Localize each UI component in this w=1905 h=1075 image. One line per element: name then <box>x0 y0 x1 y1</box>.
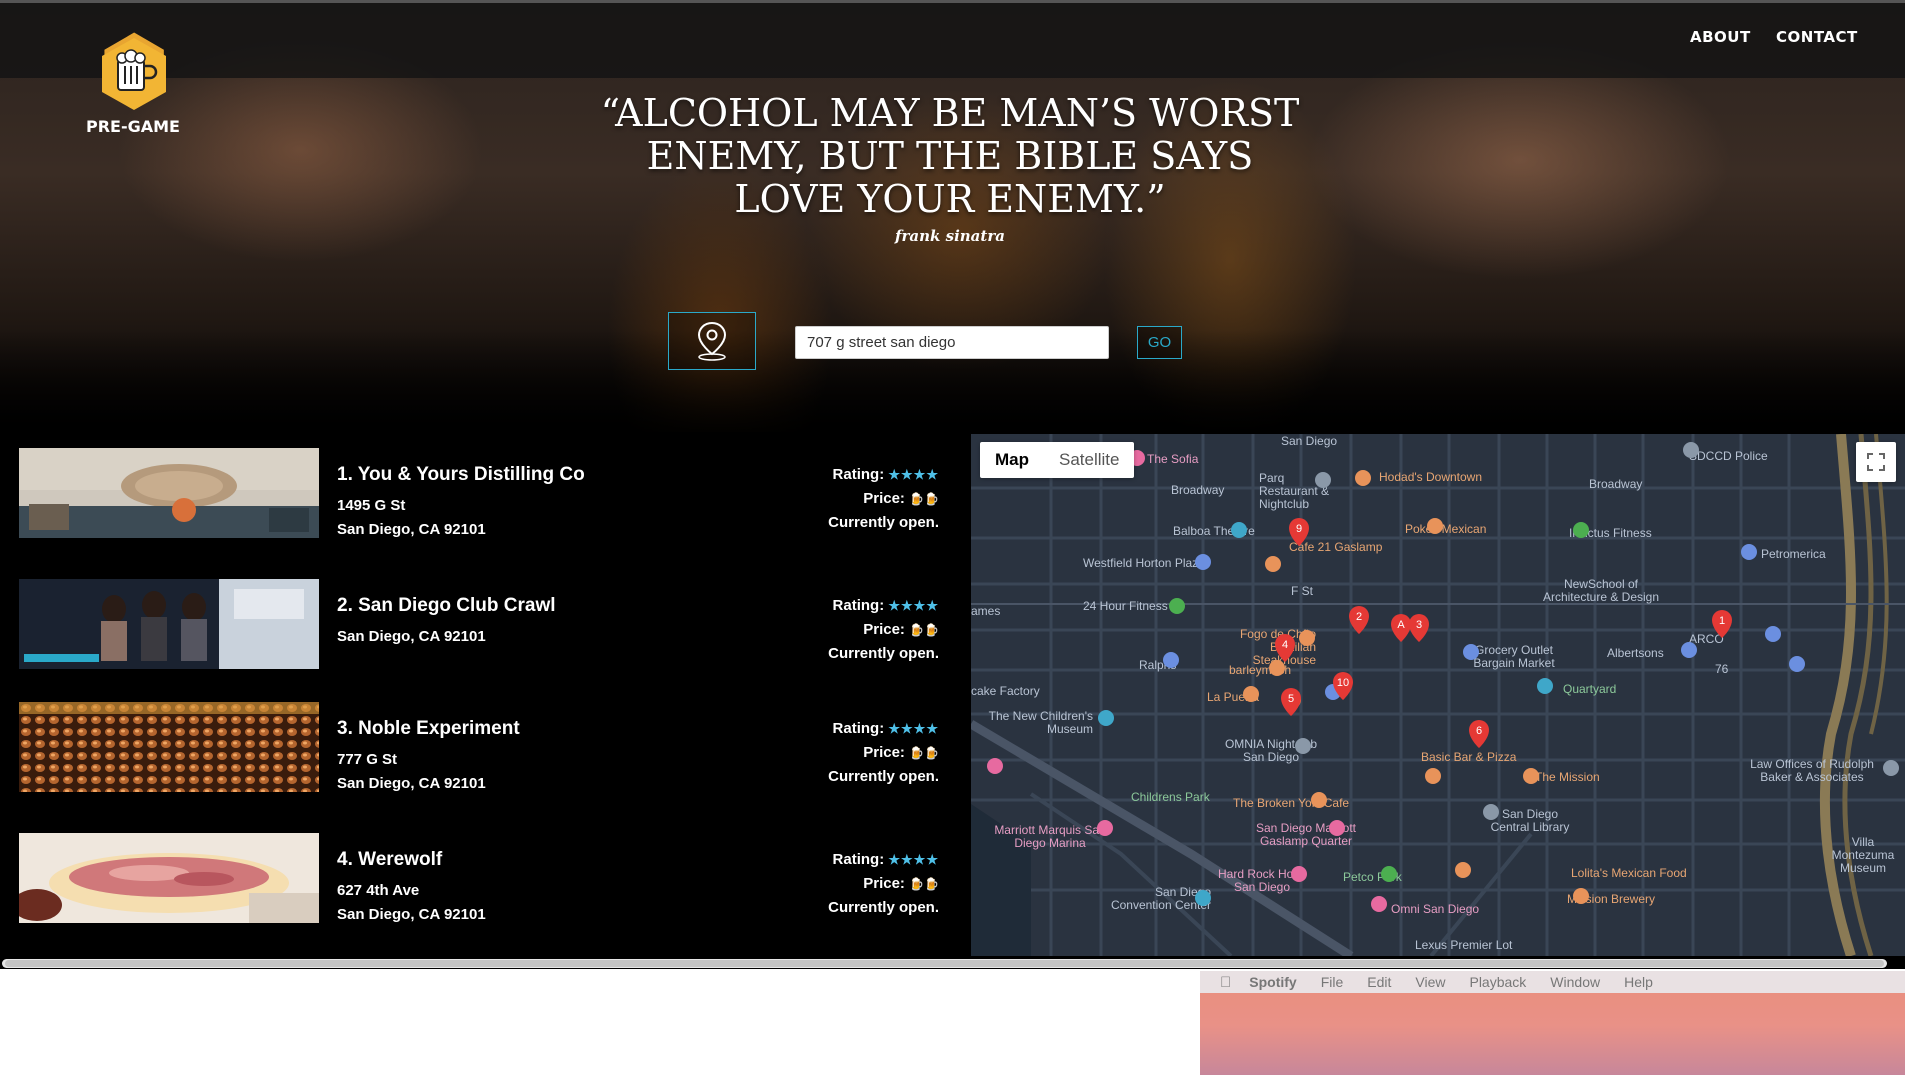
logo-text: PRE-GAME <box>86 117 180 136</box>
rating-stars-icon: ★★★★ <box>888 467 939 482</box>
go-button[interactable]: GO <box>1137 326 1182 359</box>
menu-file[interactable]: File <box>1321 974 1344 990</box>
marker-label: A <box>1397 619 1405 631</box>
result-address-line2: San Diego, CA 92101 <box>337 775 486 792</box>
result-status: Currently open. <box>828 768 939 785</box>
quote-author: frank sinatra <box>895 227 1005 245</box>
beer-mug-icon: 🍺🍺 <box>909 623 939 637</box>
result-name[interactable]: 4. Werewolf <box>337 849 442 871</box>
rating-label: Rating: <box>832 597 885 614</box>
marker-label: 9 <box>1296 523 1302 535</box>
tab-map[interactable]: Map <box>980 442 1044 478</box>
result-rating: Rating: ★★★★ <box>799 466 939 483</box>
results-map[interactable]: San Diego The Sofia SDCCD Police Parq Re… <box>971 434 1905 956</box>
result-address-line2: San Diego, CA 92101 <box>337 628 486 645</box>
result-address-line2: San Diego, CA 92101 <box>337 906 486 923</box>
price-label: Price: <box>863 744 905 761</box>
beer-mug-icon: 🍺🍺 <box>909 492 939 506</box>
menu-edit[interactable]: Edit <box>1367 974 1391 990</box>
result-marker-icon: 9 <box>1289 518 1309 546</box>
result-card[interactable]: 3. Noble Experiment 777 G St San Diego, … <box>19 702 939 792</box>
result-marker-icon: 5 <box>1281 688 1301 716</box>
horizontal-scrollbar[interactable] <box>2 959 1887 968</box>
menu-window[interactable]: Window <box>1550 974 1600 990</box>
map-type-control: Map Satellite <box>980 442 1135 478</box>
top-navbar <box>0 0 1905 78</box>
marker-label: 2 <box>1356 611 1362 623</box>
result-marker-icon: 2 <box>1349 606 1369 634</box>
rating-label: Rating: <box>832 720 885 737</box>
marker-label: 4 <box>1282 639 1288 651</box>
marker-label: 6 <box>1476 725 1482 737</box>
result-marker-icon: A <box>1391 614 1411 642</box>
menu-help[interactable]: Help <box>1624 974 1653 990</box>
result-card[interactable]: 2. San Diego Club Crawl San Diego, CA 92… <box>19 579 939 669</box>
scrollbar-thumb[interactable] <box>5 960 1884 967</box>
result-price: Price: 🍺🍺 <box>799 621 939 638</box>
result-thumbnail <box>19 702 319 792</box>
menu-spotify[interactable]: Spotify <box>1249 974 1296 990</box>
marker-label: 1 <box>1719 615 1725 627</box>
marker-label: 10 <box>1337 677 1349 689</box>
result-name[interactable]: 3. Noble Experiment <box>337 718 520 740</box>
map-markers: 9 2 A 3 1 4 10 5 6 <box>1275 518 1732 748</box>
result-marker-icon: 10 <box>1333 672 1353 700</box>
result-thumbnail <box>19 579 319 669</box>
tab-satellite[interactable]: Satellite <box>1044 442 1134 478</box>
beer-mug-icon: 🍺🍺 <box>909 877 939 891</box>
result-status: Currently open. <box>828 899 939 916</box>
price-label: Price: <box>863 490 905 507</box>
mac-menu-bar:  Spotify File Edit View Playback Window… <box>1200 971 1905 993</box>
result-name[interactable]: 1. You & Yours Distilling Co <box>337 464 585 486</box>
rating-stars-icon: ★★★★ <box>888 852 939 867</box>
result-card[interactable]: 1. You & Yours Distilling Co 1495 G St S… <box>19 448 939 538</box>
desktop-wallpaper <box>1200 993 1905 1075</box>
price-label: Price: <box>863 875 905 892</box>
rating-label: Rating: <box>832 466 885 483</box>
menu-view[interactable]: View <box>1415 974 1445 990</box>
result-address-line1: 1495 G St <box>337 497 406 514</box>
result-status: Currently open. <box>828 645 939 662</box>
result-rating: Rating: ★★★★ <box>799 851 939 868</box>
fullscreen-icon <box>1867 453 1885 471</box>
rating-label: Rating: <box>832 851 885 868</box>
hero-quote: “ALCOHOL MAY BE MAN’S WORST ENEMY, BUT T… <box>600 91 1300 221</box>
rating-stars-icon: ★★★★ <box>888 721 939 736</box>
nav-contact-link[interactable]: CONTACT <box>1776 28 1858 46</box>
fullscreen-button[interactable] <box>1856 442 1896 482</box>
marker-label: 3 <box>1416 619 1422 631</box>
result-price: Price: 🍺🍺 <box>799 875 939 892</box>
beer-mug-icon: 🍺🍺 <box>909 746 939 760</box>
result-status: Currently open. <box>828 514 939 531</box>
marker-label: 5 <box>1288 693 1294 705</box>
result-price: Price: 🍺🍺 <box>799 744 939 761</box>
result-thumbnail <box>19 448 319 538</box>
result-address-line2: San Diego, CA 92101 <box>337 521 486 538</box>
result-price: Price: 🍺🍺 <box>799 490 939 507</box>
result-marker-icon: 6 <box>1469 720 1489 748</box>
result-thumbnail <box>19 833 319 923</box>
menu-playback[interactable]: Playback <box>1469 974 1526 990</box>
map-pin-icon <box>697 321 727 361</box>
result-marker-icon: 1 <box>1712 610 1732 638</box>
address-search-input[interactable] <box>795 326 1109 359</box>
price-label: Price: <box>863 621 905 638</box>
result-rating: Rating: ★★★★ <box>799 597 939 614</box>
result-address-line1: 777 G St <box>337 751 398 768</box>
result-address-line1: 627 4th Ave <box>337 882 420 899</box>
result-rating: Rating: ★★★★ <box>799 720 939 737</box>
nav-about-link[interactable]: ABOUT <box>1690 28 1751 46</box>
rating-stars-icon: ★★★★ <box>888 598 939 613</box>
result-card[interactable]: 4. Werewolf 627 4th Ave San Diego, CA 92… <box>19 833 939 923</box>
apple-icon[interactable]:  <box>1220 974 1231 991</box>
result-marker-icon: 4 <box>1275 634 1295 662</box>
use-location-button[interactable] <box>668 312 756 370</box>
result-name[interactable]: 2. San Diego Club Crawl <box>337 595 556 617</box>
result-marker-icon: 3 <box>1409 614 1429 642</box>
